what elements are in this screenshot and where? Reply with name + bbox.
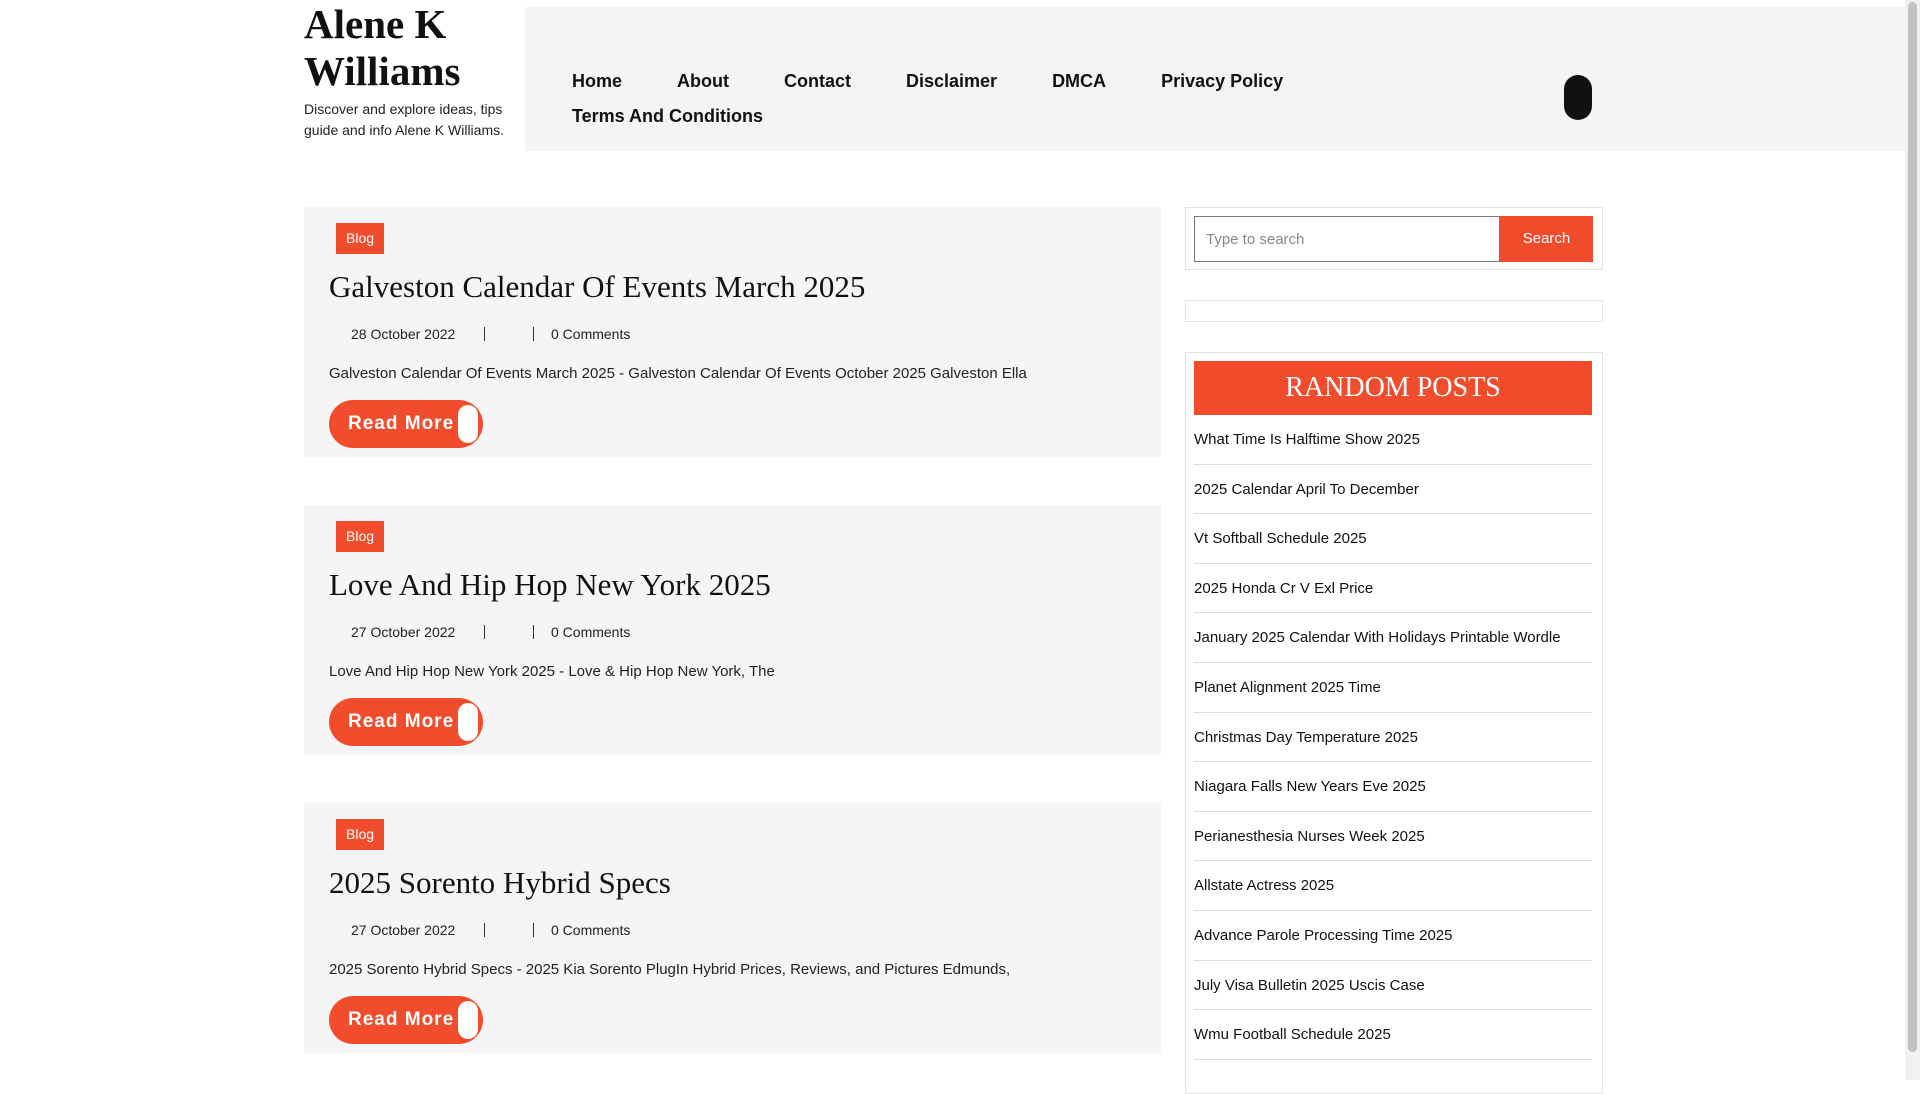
random-post-link[interactable]: January 2025 Calendar With Holidays Prin… xyxy=(1194,613,1592,663)
nav-item-contact[interactable]: Contact xyxy=(784,69,851,93)
read-more-button[interactable]: Read More xyxy=(329,996,483,1044)
page-scrollbar[interactable] xyxy=(1905,0,1920,1080)
read-more-arrow-icon xyxy=(458,703,478,741)
nav-item-terms[interactable]: Terms And Conditions xyxy=(572,104,763,128)
post-excerpt: Galveston Calendar Of Events March 2025 … xyxy=(329,365,1027,382)
post-category-tag[interactable]: Blog xyxy=(336,521,385,552)
post-comments[interactable]: 0 Comments xyxy=(551,324,630,344)
empty-widget xyxy=(1185,300,1603,322)
meta-divider xyxy=(533,923,534,937)
random-post-link[interactable]: Advance Parole Processing Time 2025 xyxy=(1194,911,1592,961)
nav-item-privacy-policy[interactable]: Privacy Policy xyxy=(1161,69,1283,93)
meta-divider xyxy=(484,923,485,937)
site-title[interactable]: Alene K Williams xyxy=(304,0,514,95)
nav-menu: Home About Contact Disclaimer DMCA Priva… xyxy=(572,69,1332,128)
read-more-label: Read More xyxy=(348,1009,455,1030)
post-title[interactable]: Love And Hip Hop New York 2025 xyxy=(329,565,771,605)
random-posts-list: What Time Is Halftime Show 2025 2025 Cal… xyxy=(1194,415,1592,1060)
random-posts-widget: RANDOM POSTS What Time Is Halftime Show … xyxy=(1185,352,1603,1094)
post-comments[interactable]: 0 Comments xyxy=(551,920,630,940)
read-more-button[interactable]: Read More xyxy=(329,400,483,448)
meta-divider xyxy=(533,327,534,341)
meta-divider xyxy=(533,625,534,639)
random-post-link[interactable]: Allstate Actress 2025 xyxy=(1194,861,1592,911)
post-title[interactable]: 2025 Sorento Hybrid Specs xyxy=(329,863,671,903)
search-button[interactable]: Search xyxy=(1500,216,1593,262)
post-date[interactable]: 27 October 2022 xyxy=(351,920,455,940)
post-card: Blog Love And Hip Hop New York 2025 27 O… xyxy=(304,505,1161,755)
site-branding: Alene K Williams Discover and explore id… xyxy=(304,0,514,141)
meta-divider xyxy=(484,625,485,639)
nav-item-disclaimer[interactable]: Disclaimer xyxy=(906,69,997,93)
read-more-label: Read More xyxy=(348,413,455,434)
post-card: Blog 2025 Sorento Hybrid Specs 27 Octobe… xyxy=(304,803,1161,1053)
random-post-link[interactable]: What Time Is Halftime Show 2025 xyxy=(1194,415,1592,465)
post-title[interactable]: Galveston Calendar Of Events March 2025 xyxy=(329,267,865,307)
post-card: Blog Galveston Calendar Of Events March … xyxy=(304,207,1161,457)
search-input[interactable] xyxy=(1194,216,1500,262)
random-post-link[interactable]: 2025 Calendar April To December xyxy=(1194,465,1592,515)
site-description: Discover and explore ideas, tips guide a… xyxy=(304,101,504,138)
random-post-link[interactable]: July Visa Bulletin 2025 Uscis Case xyxy=(1194,961,1592,1011)
search-widget: Search xyxy=(1185,207,1603,270)
main-navigation: Home About Contact Disclaimer DMCA Priva… xyxy=(525,7,1905,151)
post-excerpt: 2025 Sorento Hybrid Specs - 2025 Kia Sor… xyxy=(329,961,1011,978)
random-post-link[interactable]: Christmas Day Temperature 2025 xyxy=(1194,713,1592,763)
post-comments[interactable]: 0 Comments xyxy=(551,622,630,642)
random-post-link[interactable]: Wmu Football Schedule 2025 xyxy=(1194,1010,1592,1060)
site-title-line-2[interactable]: Williams xyxy=(304,48,460,94)
meta-divider xyxy=(484,327,485,341)
random-post-link[interactable]: 2025 Honda Cr V Exl Price xyxy=(1194,564,1592,614)
random-post-link[interactable]: Niagara Falls New Years Eve 2025 xyxy=(1194,762,1592,812)
random-post-link[interactable]: Perianesthesia Nurses Week 2025 xyxy=(1194,812,1592,862)
post-category-tag[interactable]: Blog xyxy=(336,819,385,850)
read-more-label: Read More xyxy=(348,711,455,732)
random-post-link[interactable]: Vt Softball Schedule 2025 xyxy=(1194,514,1592,564)
nav-toggle-button[interactable] xyxy=(1564,75,1592,120)
site-title-line-1[interactable]: Alene K xyxy=(304,1,446,47)
nav-item-dmca[interactable]: DMCA xyxy=(1052,69,1106,93)
post-date[interactable]: 27 October 2022 xyxy=(351,622,455,642)
nav-item-home[interactable]: Home xyxy=(572,69,622,93)
scrollbar-thumb[interactable] xyxy=(1908,2,1917,1052)
random-post-link[interactable]: Planet Alignment 2025 Time xyxy=(1194,663,1592,713)
read-more-button[interactable]: Read More xyxy=(329,698,483,746)
read-more-arrow-icon xyxy=(458,1001,478,1039)
random-posts-heading: RANDOM POSTS xyxy=(1194,361,1592,415)
post-category-tag[interactable]: Blog xyxy=(336,223,385,254)
post-excerpt: Love And Hip Hop New York 2025 - Love & … xyxy=(329,663,775,680)
read-more-arrow-icon xyxy=(458,405,478,443)
nav-item-about[interactable]: About xyxy=(677,69,729,93)
post-date[interactable]: 28 October 2022 xyxy=(351,324,455,344)
